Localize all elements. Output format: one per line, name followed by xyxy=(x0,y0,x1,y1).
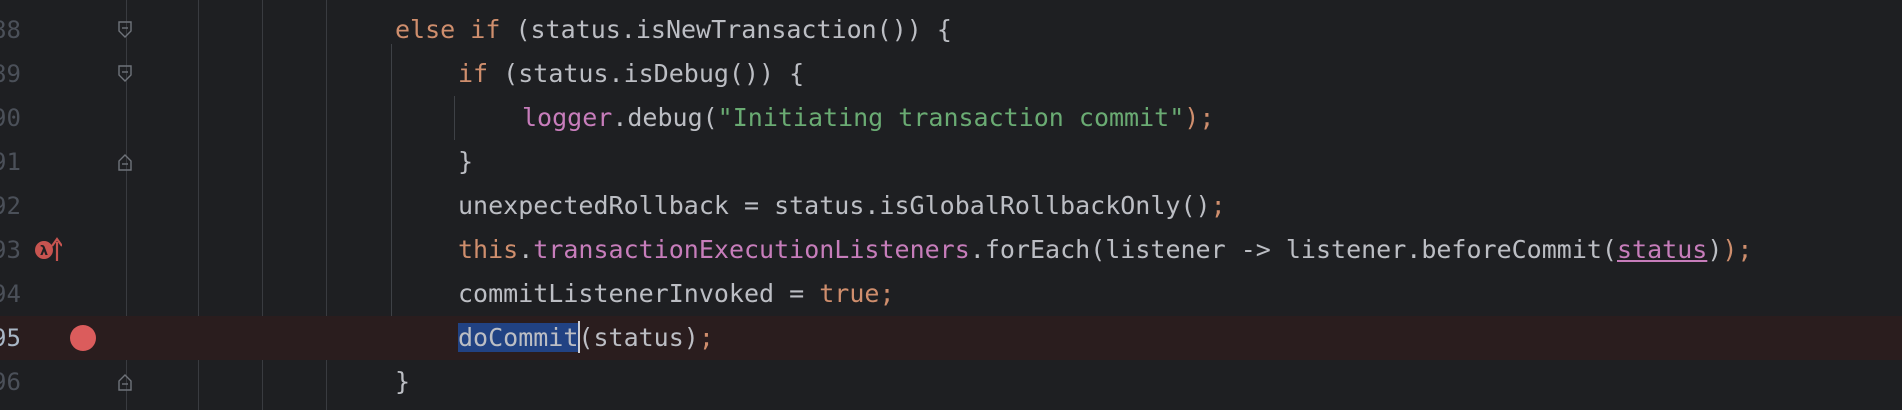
line-number: 88 xyxy=(0,16,20,44)
code-line-94[interactable]: 94 commitListenerInvoked = true; xyxy=(0,272,1902,316)
code-line-89[interactable]: 89 if (status.isDebug()) { xyxy=(0,52,1902,96)
selected-text: doCommit xyxy=(458,323,579,352)
code-editor[interactable]: 88 else if (status.isNewTransaction()) {… xyxy=(0,0,1902,410)
code-line-90[interactable]: 90 logger.debug("Initiating transaction … xyxy=(0,96,1902,140)
line-number: 92 xyxy=(0,192,20,220)
code-text: if (status.isDebug()) { xyxy=(458,59,805,88)
code-text: this.transactionExecutionListeners.forEa… xyxy=(458,235,1753,264)
code-text: unexpectedRollback = status.isGlobalRoll… xyxy=(458,191,1226,220)
text-caret xyxy=(578,321,581,353)
code-line-88[interactable]: 88 else if (status.isNewTransaction()) { xyxy=(0,8,1902,52)
fold-close-icon[interactable] xyxy=(117,153,133,171)
line-number: 91 xyxy=(0,148,20,176)
line-number: 93 xyxy=(0,236,20,264)
breakpoint-icon[interactable] xyxy=(70,325,96,351)
line-number: 96 xyxy=(0,368,20,396)
code-text: } xyxy=(458,147,474,176)
code-line-92[interactable]: 92 unexpectedRollback = status.isGlobalR… xyxy=(0,184,1902,228)
code-line-93[interactable]: 93 λ this.transactionExecutionListeners.… xyxy=(0,228,1902,272)
fold-close-icon[interactable] xyxy=(117,373,133,391)
line-number: 95 xyxy=(0,324,20,352)
code-text: logger.debug("Initiating transaction com… xyxy=(522,103,1215,132)
svg-text:λ: λ xyxy=(40,244,48,259)
code-text: else if (status.isNewTransaction()) { xyxy=(395,15,952,44)
code-text: doCommit(status); xyxy=(458,321,714,353)
line-number: 90 xyxy=(0,104,20,132)
lambda-override-icon[interactable]: λ xyxy=(34,236,62,264)
code-text: } xyxy=(395,367,411,396)
code-line-95[interactable]: 95 doCommit(status); xyxy=(0,316,1902,360)
fold-open-icon[interactable] xyxy=(117,21,133,39)
line-number: 89 xyxy=(0,60,20,88)
line-number: 94 xyxy=(0,280,20,308)
code-line-91[interactable]: 91 } xyxy=(0,140,1902,184)
fold-open-icon[interactable] xyxy=(117,65,133,83)
code-line-96[interactable]: 96 } xyxy=(0,360,1902,404)
code-text: commitListenerInvoked = true; xyxy=(458,279,895,308)
